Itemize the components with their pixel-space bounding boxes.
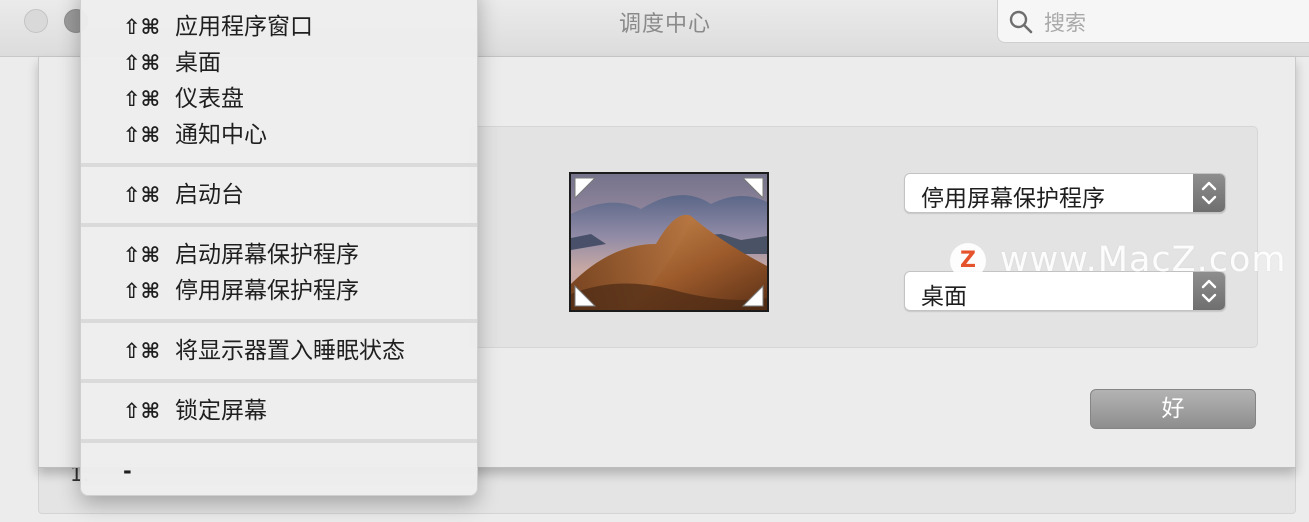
menu-item-label: 仪表盘 [175,86,244,112]
search-placeholder: 搜索 [1044,11,1086,35]
menu-item-disable-screensaver[interactable]: ⇧⌘ 停用屏幕保护程序 [81,273,477,309]
menu-item-launchpad[interactable]: ⇧⌘ 启动台 [81,177,477,213]
shortcut-label: ⇧⌘ [123,279,161,303]
shortcut-label: ⇧⌘ [123,123,161,147]
window-title: 调度中心 [618,12,711,37]
menu-item-app-windows[interactable]: ⇧⌘ 应用程序窗口 [81,9,477,45]
bottom-right-corner-value: 桌面 [921,284,967,310]
menu-separator [81,223,477,227]
menu-item-label: 桌面 [175,50,221,76]
chevron-updown-icon [1193,174,1225,212]
menu-item-label: 停用屏幕保护程序 [175,278,359,304]
menu-item-none[interactable]: - [81,453,477,489]
menu-item-label: 将显示器置入睡眠状态 [175,338,405,364]
watermark-text: www.MacZ.com [1000,240,1287,280]
desktop-preview-image [571,174,767,310]
shortcut-label: ⇧⌘ [123,15,161,39]
menu-separator [81,439,477,443]
top-right-corner-value: 停用屏幕保护程序 [921,186,1105,212]
corner-action-menu: ⇧⌘ 应用程序窗口 ⇧⌘ 桌面 ⇧⌘ 仪表盘 ⇧⌘ 通知中心 ⇧⌘ 启动台 ⇧⌘… [80,0,478,496]
menu-separator [81,379,477,383]
desktop-preview [569,172,769,312]
menu-separator [81,163,477,167]
menu-item-start-screensaver[interactable]: ⇧⌘ 启动屏幕保护程序 [81,237,477,273]
top-right-corner-popup[interactable]: 停用屏幕保护程序 [904,173,1226,213]
menu-separator [81,319,477,323]
menu-item-label: 通知中心 [175,122,267,148]
menu-item-label: 锁定屏幕 [175,398,267,424]
search-field[interactable]: 搜索 [997,0,1309,43]
ok-button[interactable]: 好 [1090,389,1256,429]
menu-item-desktop[interactable]: ⇧⌘ 桌面 [81,45,477,81]
menu-item-lock-screen[interactable]: ⇧⌘ 锁定屏幕 [81,393,477,429]
menu-item-label: 应用程序窗口 [175,14,313,40]
menu-item-dashboard[interactable]: ⇧⌘ 仪表盘 [81,81,477,117]
shortcut-label: ⇧⌘ [123,183,161,207]
shortcut-label: ⇧⌘ [123,51,161,75]
menu-item-label: - [123,459,132,483]
menu-item-notification-center[interactable]: ⇧⌘ 通知中心 [81,117,477,153]
shortcut-label: ⇧⌘ [123,87,161,111]
watermark-logo: Z [950,243,986,279]
shortcut-label: ⇧⌘ [123,399,161,423]
menu-item-display-sleep[interactable]: ⇧⌘ 将显示器置入睡眠状态 [81,333,477,369]
search-icon [1009,10,1033,34]
close-window-button[interactable] [24,9,48,33]
shortcut-label: ⇧⌘ [123,339,161,363]
menu-item-label: 启动屏幕保护程序 [175,242,359,268]
shortcut-label: ⇧⌘ [123,243,161,267]
menu-item-label: 启动台 [175,182,244,208]
